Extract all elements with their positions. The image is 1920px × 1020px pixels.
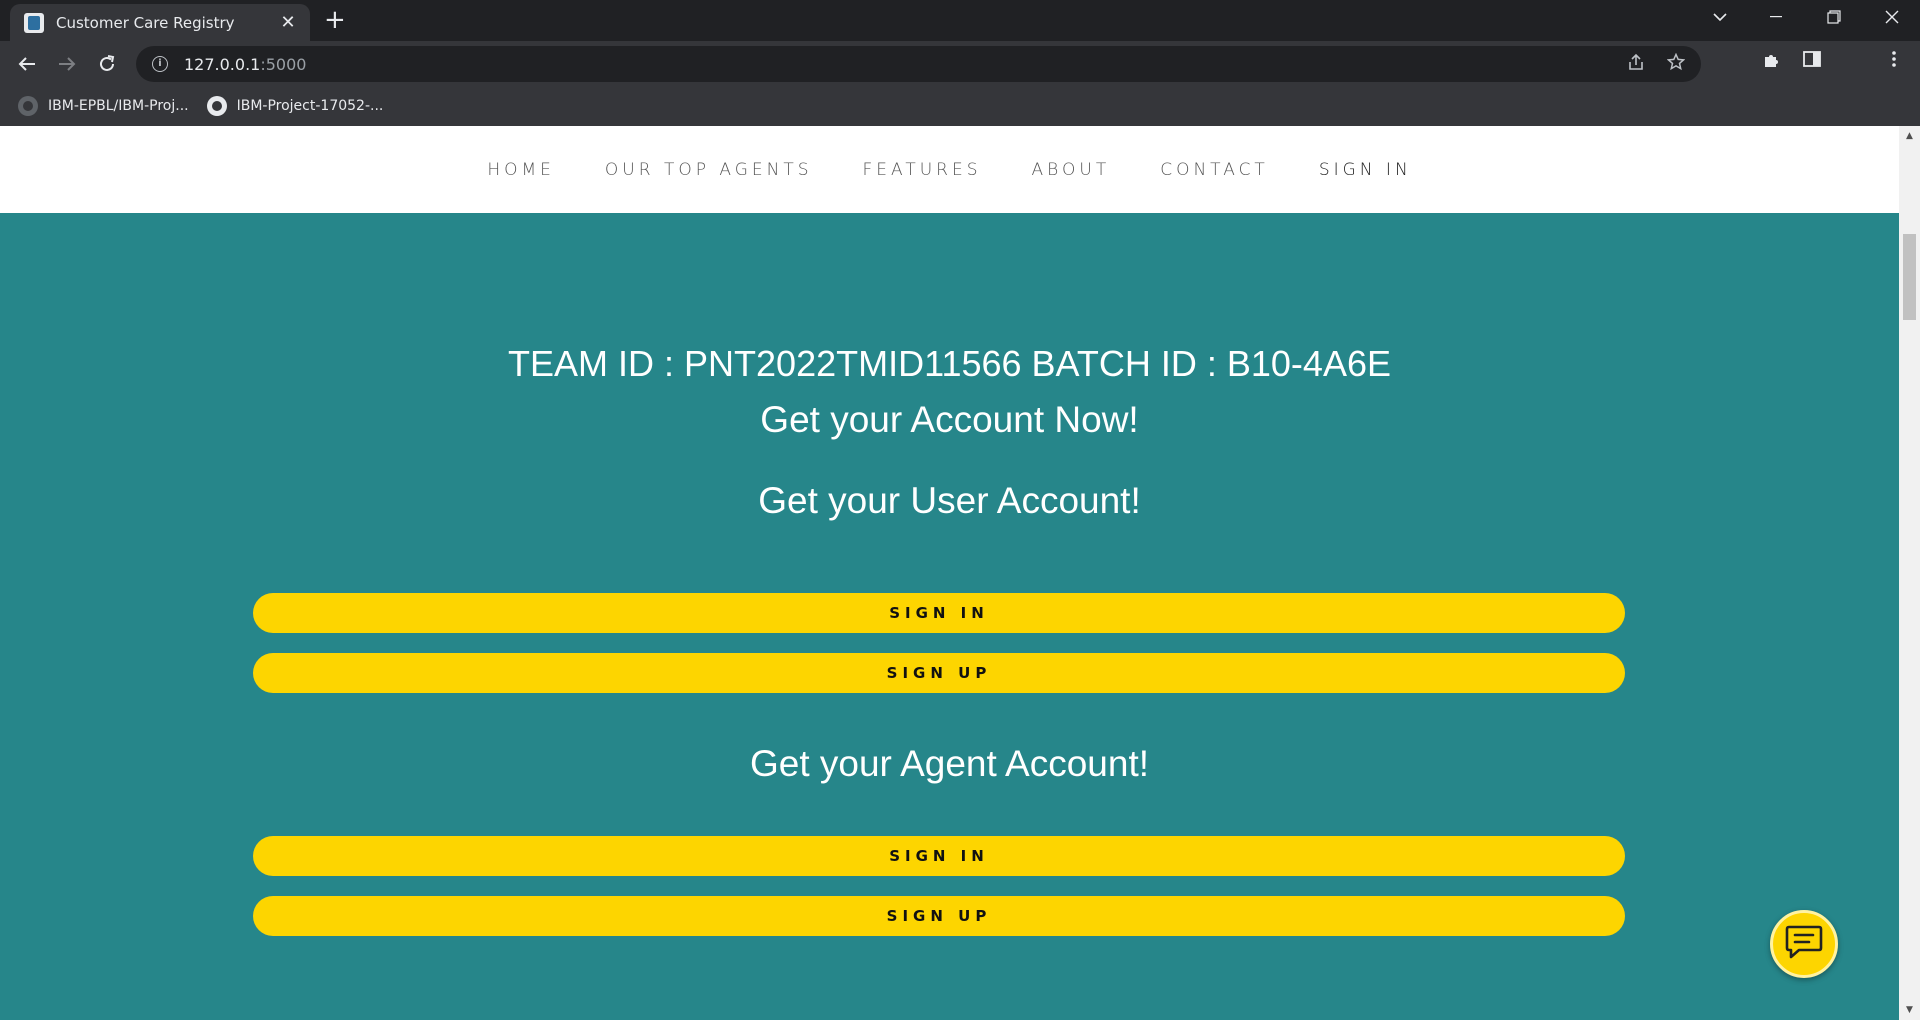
restore-icon[interactable] [1806,0,1862,34]
chat-bubble-icon [1785,924,1823,964]
close-window-icon[interactable] [1864,0,1920,34]
page-scrollbar[interactable]: ▲ ▼ [1899,126,1920,1020]
site-nav: HOME OUR TOP AGENTS FEATURES ABOUT CONTA… [0,126,1899,213]
bookmark-star-icon[interactable] [1666,52,1686,76]
new-tab-button[interactable]: + [324,6,346,34]
account-now-heading: Get your Account Now! [760,399,1139,440]
bookmarks-bar: IBM-EPBL/IBM-Proj... IBM-Project-17052-.… [0,86,1920,126]
site-favicon-icon [24,12,44,33]
bookmark-item[interactable]: IBM-Project-17052-... [206,96,384,116]
agent-account-heading: Get your Agent Account! [749,743,1150,784]
browser-toolbar: i 127.0.0.1:5000 A [0,41,1920,117]
tab-title: Customer Care Registry [56,13,235,32]
nav-about[interactable]: ABOUT [1032,160,1111,180]
nav-home[interactable]: HOME [487,160,555,180]
user-sign-up-button[interactable]: SIGN UP [253,653,1625,693]
share-icon[interactable] [1627,53,1645,76]
agent-sign-up-button[interactable]: SIGN UP [253,896,1625,936]
chat-button[interactable] [1770,910,1838,978]
tab-search-icon[interactable] [1692,0,1748,34]
nav-features[interactable]: FEATURES [863,160,982,180]
browser-menu-icon[interactable] [1881,51,1907,72]
extensions-puzzle-icon[interactable] [1759,51,1785,74]
minimize-icon[interactable] [1748,0,1804,34]
agent-sign-in-button[interactable]: SIGN IN [253,836,1625,876]
site-info-icon[interactable]: i [152,56,168,72]
address-bar[interactable]: i 127.0.0.1:5000 [136,46,1701,82]
forward-arrow-icon[interactable] [50,47,84,81]
browser-tab[interactable]: Customer Care Registry ✕ [10,4,310,41]
bookmark-label: IBM-Project-17052-... [236,98,384,114]
browser-tabstrip: Customer Care Registry ✕ + [0,0,1920,41]
scroll-up-icon[interactable]: ▲ [1899,128,1920,144]
bookmark-label: IBM-EPBL/IBM-Proj... [48,98,189,114]
github-icon [18,96,38,116]
url-host: 127.0.0.1 [184,54,261,74]
back-arrow-icon[interactable] [10,47,44,81]
tab-close-icon[interactable]: ✕ [278,12,298,33]
side-panel-icon[interactable] [1799,51,1825,72]
reload-icon[interactable] [90,47,124,81]
scroll-down-icon[interactable]: ▼ [1899,1002,1920,1018]
nav-contact[interactable]: CONTACT [1160,160,1269,180]
bookmark-item[interactable]: IBM-EPBL/IBM-Proj... [18,96,189,116]
page-viewport: HOME OUR TOP AGENTS FEATURES ABOUT CONTA… [0,126,1899,1020]
nav-top-agents[interactable]: OUR TOP AGENTS [605,160,813,180]
team-id-heading: TEAM ID : PNT2022TMID11566 BATCH ID : B1… [508,343,1391,384]
nav-sign-in[interactable]: SIGN IN [1319,160,1412,180]
url-port: :5000 [260,54,307,74]
user-sign-in-button[interactable]: SIGN IN [253,593,1625,633]
scrollbar-thumb[interactable] [1903,234,1916,320]
github-icon [206,96,227,116]
user-account-heading: Get your User Account! [758,480,1141,521]
